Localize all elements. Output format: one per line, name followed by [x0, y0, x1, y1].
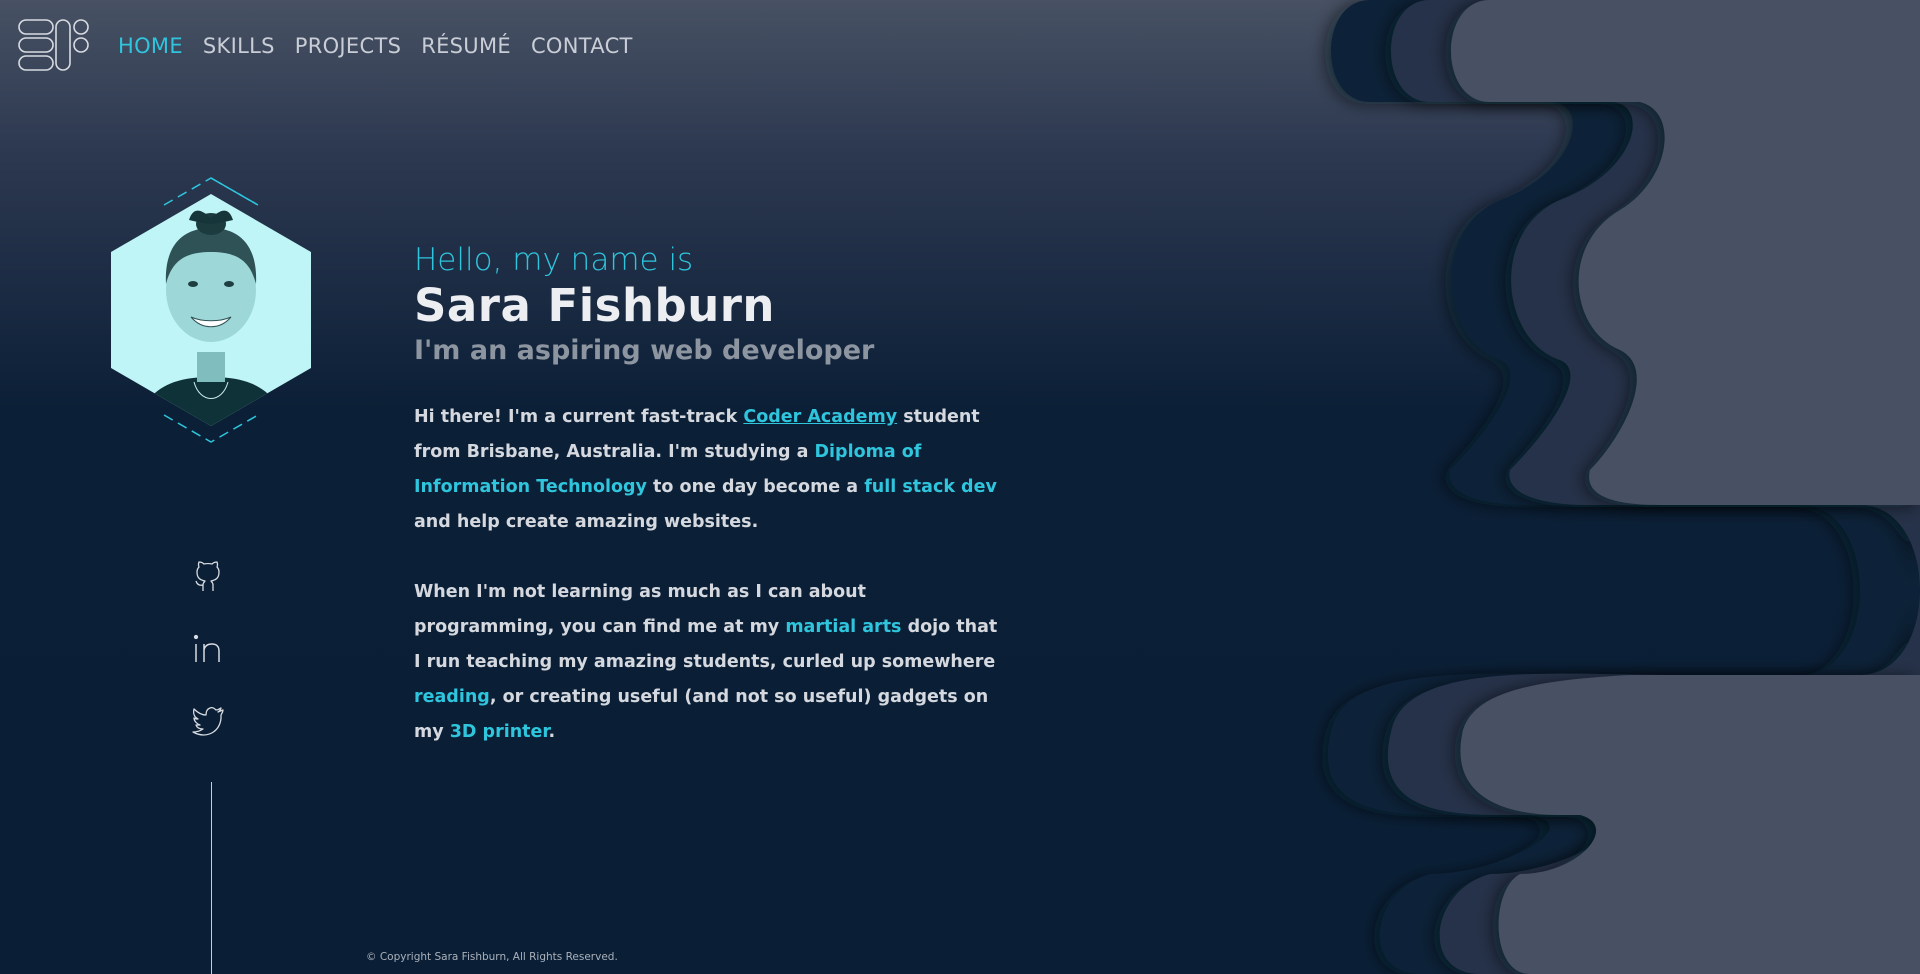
sf-monogram-logo-icon[interactable] — [18, 18, 90, 74]
highlight-martial-arts: martial arts — [785, 616, 902, 637]
decorative-wave-background — [1327, 0, 1920, 974]
main-nav: HOME SKILLS PROJECTS RÉSUMÉ CONTACT — [118, 34, 633, 58]
twitter-icon[interactable] — [190, 702, 226, 738]
highlight-reading: reading — [414, 686, 490, 707]
name-heading: Sara Fishburn — [414, 279, 775, 333]
nav-home[interactable]: HOME — [118, 34, 183, 58]
social-links — [190, 558, 230, 774]
linkedin-icon[interactable] — [190, 630, 226, 666]
vertical-divider — [211, 782, 212, 974]
bio-text: Hi there! I'm a current fast-track — [414, 406, 744, 427]
nav-contact[interactable]: CONTACT — [531, 34, 633, 58]
nav-projects[interactable]: PROJECTS — [295, 34, 401, 58]
highlight-full-stack: full stack dev — [864, 476, 997, 497]
bio-text: to one day become a — [646, 476, 865, 497]
footer-copyright: © Copyright Sara Fishburn, All Rights Re… — [366, 951, 618, 963]
bio-paragraph-1: Hi there! I'm a current fast-track Coder… — [414, 400, 1004, 540]
nav-skills[interactable]: SKILLS — [203, 34, 275, 58]
hero-section: Hello, my name is Sara Fishburn I'm an a… — [414, 242, 1014, 750]
highlight-3d-printer: 3D printer — [449, 721, 549, 742]
bio-paragraph-2: When I'm not learning as much as I can a… — [414, 575, 1004, 750]
greeting-text: Hello, my name is — [414, 242, 694, 278]
bio-text: and help create amazing websites. — [414, 511, 759, 532]
tagline-text: I'm an aspiring web developer — [414, 334, 875, 366]
coder-academy-link[interactable]: Coder Academy — [743, 407, 897, 427]
github-icon[interactable] — [190, 558, 226, 594]
nav-resume[interactable]: RÉSUMÉ — [421, 34, 511, 58]
bio-text: . — [548, 721, 556, 742]
profile-portrait — [111, 177, 311, 443]
